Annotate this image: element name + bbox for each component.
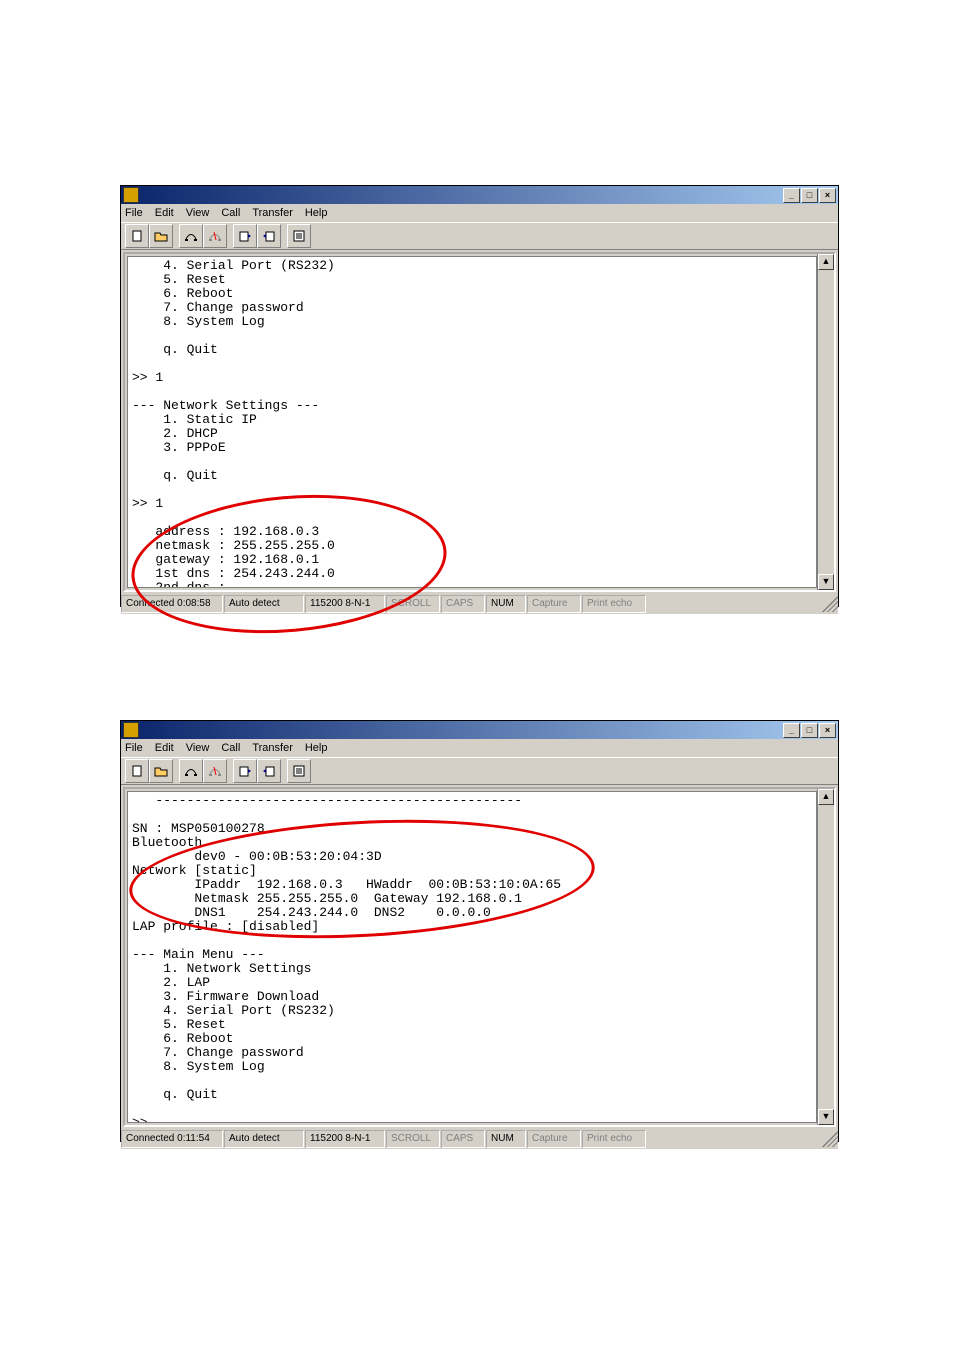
vertical-scrollbar[interactable]: ▲ ▼	[817, 254, 834, 590]
menu-call[interactable]: Call	[221, 742, 240, 754]
menu-view[interactable]: View	[186, 207, 210, 219]
terminal-output[interactable]: ----------------------------------------…	[127, 791, 817, 1123]
status-connected: Connected 0:08:58	[121, 595, 223, 613]
menu-transfer[interactable]: Transfer	[252, 207, 293, 219]
disconnect-button[interactable]	[203, 224, 227, 248]
properties-button[interactable]	[287, 224, 311, 248]
titlebar[interactable]: _ □ ×	[121, 721, 838, 739]
menu-view[interactable]: View	[186, 742, 210, 754]
menu-help[interactable]: Help	[305, 207, 328, 219]
open-button[interactable]	[149, 759, 173, 783]
send-button[interactable]	[233, 224, 257, 248]
terminal-output[interactable]: 4. Serial Port (RS232) 5. Reset 6. Reboo…	[127, 256, 817, 588]
open-button[interactable]	[149, 224, 173, 248]
status-connected: Connected 0:11:54	[121, 1130, 223, 1148]
scroll-up-button[interactable]: ▲	[818, 789, 834, 805]
scroll-down-button[interactable]: ▼	[818, 1109, 834, 1125]
status-capture: Capture	[527, 595, 581, 613]
hyperterminal-window-2: _ □ × File Edit View Call Transfer Help …	[120, 720, 839, 1142]
status-printecho: Print echo	[582, 595, 646, 613]
menu-help[interactable]: Help	[305, 742, 328, 754]
scroll-down-button[interactable]: ▼	[818, 574, 834, 590]
minimize-button[interactable]: _	[783, 723, 800, 738]
status-scroll: SCROLL	[386, 1130, 440, 1148]
close-button[interactable]: ×	[819, 188, 836, 203]
status-port: 115200 8-N-1	[305, 595, 385, 613]
maximize-button[interactable]: □	[801, 188, 818, 203]
status-num: NUM	[486, 1130, 526, 1148]
menu-file[interactable]: File	[125, 742, 143, 754]
app-icon	[123, 722, 139, 738]
status-autodetect: Auto detect	[224, 1130, 304, 1148]
properties-button[interactable]	[287, 759, 311, 783]
status-bar: Connected 0:11:54 Auto detect 115200 8-N…	[121, 1129, 838, 1149]
status-caps: CAPS	[441, 1130, 485, 1148]
vertical-scrollbar[interactable]: ▲ ▼	[817, 789, 834, 1125]
status-caps: CAPS	[441, 595, 485, 613]
status-bar: Connected 0:08:58 Auto detect 115200 8-N…	[121, 594, 838, 614]
status-num: NUM	[486, 595, 526, 613]
receive-button[interactable]	[257, 759, 281, 783]
menu-call[interactable]: Call	[221, 207, 240, 219]
terminal-frame: 4. Serial Port (RS232) 5. Reset 6. Reboo…	[123, 252, 836, 592]
menu-edit[interactable]: Edit	[155, 207, 174, 219]
new-button[interactable]	[125, 759, 149, 783]
menu-file[interactable]: File	[125, 207, 143, 219]
close-button[interactable]: ×	[819, 723, 836, 738]
terminal-frame: ----------------------------------------…	[123, 787, 836, 1127]
status-autodetect: Auto detect	[224, 595, 304, 613]
new-button[interactable]	[125, 224, 149, 248]
menu-transfer[interactable]: Transfer	[252, 742, 293, 754]
send-button[interactable]	[233, 759, 257, 783]
menubar: File Edit View Call Transfer Help	[121, 204, 838, 222]
scroll-up-button[interactable]: ▲	[818, 254, 834, 270]
status-port: 115200 8-N-1	[305, 1130, 385, 1148]
hyperterminal-window-1: _ □ × File Edit View Call Transfer Help …	[120, 185, 839, 607]
status-printecho: Print echo	[582, 1130, 646, 1148]
status-capture: Capture	[527, 1130, 581, 1148]
maximize-button[interactable]: □	[801, 723, 818, 738]
receive-button[interactable]	[257, 224, 281, 248]
app-icon	[123, 187, 139, 203]
titlebar[interactable]: _ □ ×	[121, 186, 838, 204]
status-scroll: SCROLL	[386, 595, 440, 613]
connect-button[interactable]	[179, 224, 203, 248]
connect-button[interactable]	[179, 759, 203, 783]
menu-edit[interactable]: Edit	[155, 742, 174, 754]
menubar: File Edit View Call Transfer Help	[121, 739, 838, 757]
resize-grip[interactable]	[822, 1131, 838, 1147]
disconnect-button[interactable]	[203, 759, 227, 783]
toolbar	[121, 757, 838, 785]
toolbar	[121, 222, 838, 250]
resize-grip[interactable]	[822, 596, 838, 612]
minimize-button[interactable]: _	[783, 188, 800, 203]
